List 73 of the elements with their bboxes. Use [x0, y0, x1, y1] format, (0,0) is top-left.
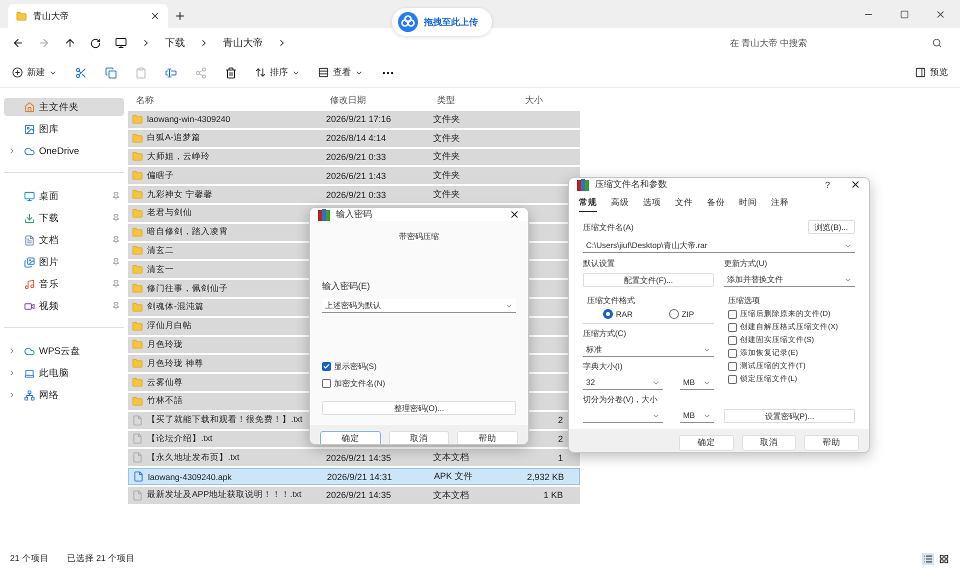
file-name: 月色玲珑 神尊: [147, 358, 204, 370]
file-name: 浮仙月白帖: [147, 320, 192, 332]
type-cell-text: 文件夹: [433, 132, 461, 145]
sidebar-label: 文档: [39, 234, 60, 246]
date-cell-text: 2026/9/21 17:16: [326, 114, 392, 124]
dialog-title: 压缩文件名和参数: [595, 178, 668, 191]
file-name: 白狐A-追梦篇: [147, 132, 200, 144]
size-cell-text: 1 KB: [542, 490, 563, 500]
field-label: 压缩方式(C): [583, 328, 628, 339]
type-cell-text: APK 文件: [434, 470, 474, 484]
date-cell-text: 2026/9/21 0:33: [326, 152, 388, 162]
group-label: 压缩选项: [728, 295, 761, 306]
type-cell-text: 文件夹: [433, 150, 461, 164]
date-cell-text: 2026/9/21 14:35: [326, 490, 392, 500]
file-name: laowang-win-4309240: [147, 114, 230, 124]
file-name: 竹林不語: [147, 395, 183, 408]
file-name: laowang-4309240.apk: [148, 472, 232, 482]
sidebar-label: WPS云盘: [39, 344, 82, 358]
field-label: 更新方式(U): [724, 258, 768, 269]
date-cell-text: 2026/9/21 14:31: [327, 472, 394, 482]
sidebar-label: 桌面: [39, 190, 60, 202]
file-name: 清玄二: [147, 244, 174, 257]
file-name: 清玄一: [147, 264, 174, 276]
file-name: 云雾仙尊: [147, 376, 183, 389]
size-cell-text: 2: [556, 415, 563, 426]
file-name: 暗自修剑，踏入凌霄: [147, 226, 228, 238]
file-name: 最新发址及APP地址获取说明！！！.txt: [147, 489, 302, 502]
file-name: 大师姐，云峥玲: [147, 150, 210, 163]
sidebar-label: 主文件夹: [39, 100, 80, 114]
type-cell-text: 文本文档: [433, 488, 470, 502]
size-cell-text: 2,932 KB: [526, 472, 564, 482]
dialog-subtitle: 带密码压缩: [399, 231, 439, 242]
sidebar-label: 此电脑: [39, 366, 70, 380]
field-label: 压缩文件名(A): [583, 222, 634, 232]
sidebar-label: 音乐: [39, 278, 60, 290]
file-name: 偏瞎子: [147, 170, 174, 182]
date-cell-text: 2026/8/14 4:14: [326, 133, 388, 144]
file-name: 【论坛介绍】.txt: [147, 432, 212, 445]
file-name: 【买了就能下载和观看！很免费！】.txt: [147, 414, 302, 426]
sidebar-label: 图库: [39, 122, 60, 136]
checkbox-label: 加密文件名(N): [334, 378, 386, 389]
field-label: 输入密码(E): [322, 280, 371, 293]
size-cell-text: 1: [556, 452, 563, 463]
group-label: 压缩文件格式: [587, 295, 636, 306]
type-cell-text: 文件夹: [433, 169, 461, 182]
file-name: 老君与剑仙: [147, 207, 192, 220]
sidebar-label: 视频: [39, 300, 60, 312]
checkbox-label: 显示密码(S): [334, 361, 377, 372]
item-count: 21 个项目: [10, 553, 49, 565]
file-name: 【永久地址发布页】.txt: [147, 452, 240, 464]
sidebar-label: 图片: [39, 256, 60, 268]
date-cell-text: 2026/9/21 0:33: [326, 190, 388, 200]
radio-label: ZIP: [682, 310, 694, 318]
tab-title: 青山大帝: [33, 10, 70, 22]
file-name: 修门往事，佩剑仙子: [147, 282, 228, 295]
size-cell-text: 2: [556, 434, 563, 444]
sidebar-label: 下载: [39, 212, 60, 224]
file-name: 九彩神女 宁馨馨: [147, 188, 212, 201]
radio-label: RAR: [616, 310, 633, 318]
date-cell-text: 2026/6/21 1:43: [326, 170, 388, 181]
field-label: 默认设置: [583, 258, 616, 269]
sidebar-label: 网络: [39, 388, 60, 402]
selection-count: 已选择 21 个项目: [66, 553, 136, 565]
type-cell-text: 文本文档: [433, 451, 470, 464]
file-name: 月色玲珑: [147, 338, 183, 351]
date-cell-text: 2026/9/21 14:35: [326, 452, 392, 463]
field-label: 切分为分卷(V)，大小: [583, 394, 659, 405]
file-name: 剑魂体-混沌篇: [147, 301, 204, 314]
type-cell-text: 文件夹: [433, 112, 461, 126]
type-cell-text: 文件夹: [433, 188, 461, 202]
sidebar-label: OneDrive: [39, 146, 80, 156]
dialog-title: 输入密码: [336, 208, 373, 221]
field-label: 字典大小(I): [583, 361, 624, 372]
